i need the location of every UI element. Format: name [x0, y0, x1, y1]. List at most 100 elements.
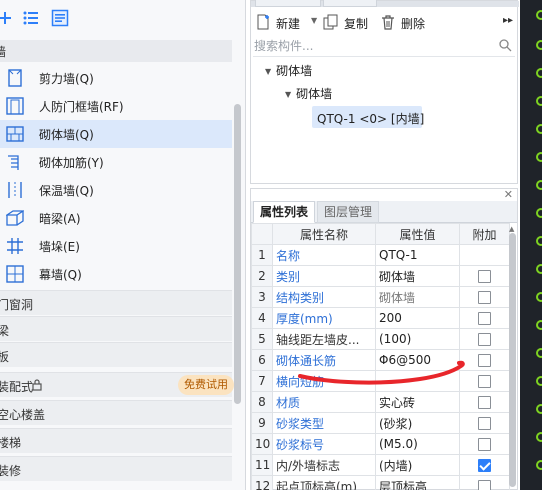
component-type-panel: 墙 剪力墙(Q) 人防门框墙(RF) 砌体墙(Q) 砌体加筋(Y) 保温墙(Q)…: [0, 0, 246, 490]
category-label: 空心楼盖: [0, 408, 46, 422]
tree-item-masonry-reinforcement[interactable]: 砌体加筋(Y): [0, 148, 232, 176]
property-name-cell[interactable]: 厚度(mm): [272, 307, 376, 329]
table-row[interactable]: 4 厚度(mm) 200: [251, 307, 510, 329]
property-name-cell[interactable]: 名称: [272, 244, 376, 266]
table-row[interactable]: 11 内/外墙标志 (内墙): [251, 454, 510, 476]
more-chevron-icon[interactable]: ▸▸: [503, 15, 513, 26]
checkbox[interactable]: [478, 396, 491, 409]
property-name-cell[interactable]: 砌体通长筋: [272, 349, 376, 371]
close-icon[interactable]: ✕: [504, 188, 513, 201]
property-value-cell[interactable]: (100): [375, 328, 460, 350]
delete-button-label: 删除: [401, 17, 426, 31]
category-hollow-floor[interactable]: 空心楼盖: [0, 400, 232, 425]
copy-button-label: 复制: [344, 17, 369, 31]
tree-node-root[interactable]: ▼ 砌体墙: [265, 62, 312, 79]
property-value-cell[interactable]: (内墙): [375, 454, 460, 476]
property-name-cell[interactable]: 起点顶标高(m): [272, 475, 376, 490]
property-name-cell[interactable]: 砂浆标号: [272, 433, 376, 455]
status-ring-icon: [536, 236, 542, 246]
tree-node-child[interactable]: ▼ 砌体墙: [285, 85, 332, 102]
additional-cell: [459, 307, 510, 329]
property-value-cell[interactable]: 实心砖: [375, 391, 460, 413]
property-value-cell[interactable]: (砂浆): [375, 412, 460, 434]
expand-triangle-icon[interactable]: ▼: [265, 67, 271, 76]
additional-cell: [459, 328, 510, 350]
category-door-window-opening[interactable]: 门窗洞: [0, 290, 232, 315]
property-value-cell[interactable]: 200: [375, 307, 460, 329]
property-value-cell[interactable]: Φ6@500: [375, 349, 460, 371]
category-stairs[interactable]: 楼梯: [0, 428, 232, 453]
property-name-cell[interactable]: 类别: [272, 265, 376, 287]
checkbox[interactable]: [478, 354, 491, 367]
tree-item-masonry-wall[interactable]: 砌体墙(Q): [0, 120, 232, 148]
table-row[interactable]: 10 砂浆标号 (M5.0): [251, 433, 510, 455]
checkbox[interactable]: [478, 417, 491, 430]
checkbox[interactable]: [478, 270, 491, 283]
property-value-cell[interactable]: 砌体墙: [375, 265, 460, 287]
property-value-cell[interactable]: 层顶标高: [375, 475, 460, 490]
search-icon[interactable]: [498, 38, 512, 52]
properties-scrollbar[interactable]: [509, 233, 516, 487]
additional-cell: [459, 433, 510, 455]
property-name-cell[interactable]: 轴线距左墙皮...: [272, 328, 376, 350]
property-name-cell[interactable]: 结构类别: [272, 286, 376, 308]
checkbox[interactable]: [478, 375, 491, 388]
category-prefabricated[interactable]: 装配式 免费试用: [0, 372, 234, 397]
category-header-wall[interactable]: 墙: [0, 40, 232, 62]
table-row[interactable]: 1 名称 QTQ-1: [251, 244, 510, 266]
category-decoration[interactable]: 装修: [0, 456, 232, 481]
tab-property-list[interactable]: 属性列表: [253, 201, 316, 223]
chevron-down-icon[interactable]: ▼: [311, 16, 317, 25]
tree-item-label: 墙垛(E): [39, 240, 80, 254]
property-name-cell[interactable]: 砂浆类型: [272, 412, 376, 434]
new-button[interactable]: 新建 ▼: [255, 13, 317, 33]
tree-item-civil-defense-door-wall[interactable]: 人防门框墙(RF): [0, 92, 232, 120]
hidden-beam-icon: [6, 210, 24, 226]
tree-item-curtain-wall[interactable]: 幕墙(Q): [0, 260, 232, 288]
scroll-up-icon[interactable]: ▲: [509, 225, 514, 233]
copy-button[interactable]: 复制: [323, 13, 375, 33]
search-input[interactable]: [254, 37, 490, 55]
tree-item-hidden-beam[interactable]: 暗梁(A): [0, 204, 232, 232]
row-index: 3: [251, 286, 273, 308]
property-value-cell[interactable]: [375, 370, 460, 392]
delete-button[interactable]: 删除: [380, 13, 430, 33]
table-row[interactable]: 6 砌体通长筋 Φ6@500: [251, 349, 510, 371]
category-slab[interactable]: 板: [0, 342, 232, 367]
list-view-icon[interactable]: [22, 9, 40, 27]
component-item-qtq1[interactable]: QTQ-1 <0> [内墙]: [312, 106, 424, 128]
table-row[interactable]: 12 起点顶标高(m) 层顶标高: [251, 475, 510, 490]
table-row[interactable]: 2 类别 砌体墙: [251, 265, 510, 287]
checkbox[interactable]: [478, 480, 491, 490]
left-scrollbar[interactable]: [234, 104, 241, 404]
property-value-cell[interactable]: (M5.0): [375, 433, 460, 455]
checkbox[interactable]: [478, 291, 491, 304]
property-name-cell[interactable]: 横向短筋: [272, 370, 376, 392]
detail-view-icon[interactable]: [51, 9, 69, 27]
table-row[interactable]: 5 轴线距左墙皮... (100): [251, 328, 510, 350]
tab-layer[interactable]: [323, 0, 377, 7]
checkbox[interactable]: [478, 438, 491, 451]
property-name-cell[interactable]: 材质: [272, 391, 376, 413]
tree-item-wall-pier[interactable]: 墙垛(E): [0, 232, 232, 260]
table-row[interactable]: 7 横向短筋: [251, 370, 510, 392]
add-sparkle-icon[interactable]: [0, 9, 14, 27]
checkbox-checked[interactable]: [478, 459, 491, 472]
checkbox[interactable]: [478, 333, 491, 346]
category-label: 梁: [0, 322, 9, 339]
tab-layer-management[interactable]: 图层管理: [317, 201, 380, 223]
checkbox[interactable]: [478, 312, 491, 325]
property-value-cell[interactable]: 砌体墙: [375, 286, 460, 308]
property-value-cell[interactable]: QTQ-1: [375, 244, 460, 266]
expand-triangle-icon[interactable]: ▼: [285, 90, 291, 99]
table-row[interactable]: 8 材质 实心砖: [251, 391, 510, 413]
tab-component-list[interactable]: [255, 0, 321, 7]
tree-item-insulation-wall[interactable]: 保温墙(Q): [0, 176, 232, 204]
table-row[interactable]: 9 砂浆类型 (砂浆): [251, 412, 510, 434]
property-name-cell[interactable]: 内/外墙标志: [272, 454, 376, 476]
free-trial-badge[interactable]: 免费试用: [178, 375, 234, 395]
table-row[interactable]: 3 结构类别 砌体墙: [251, 286, 510, 308]
tree-item-shear-wall[interactable]: 剪力墙(Q): [0, 64, 232, 92]
component-search[interactable]: [253, 35, 515, 57]
category-beam[interactable]: 梁: [0, 316, 232, 341]
